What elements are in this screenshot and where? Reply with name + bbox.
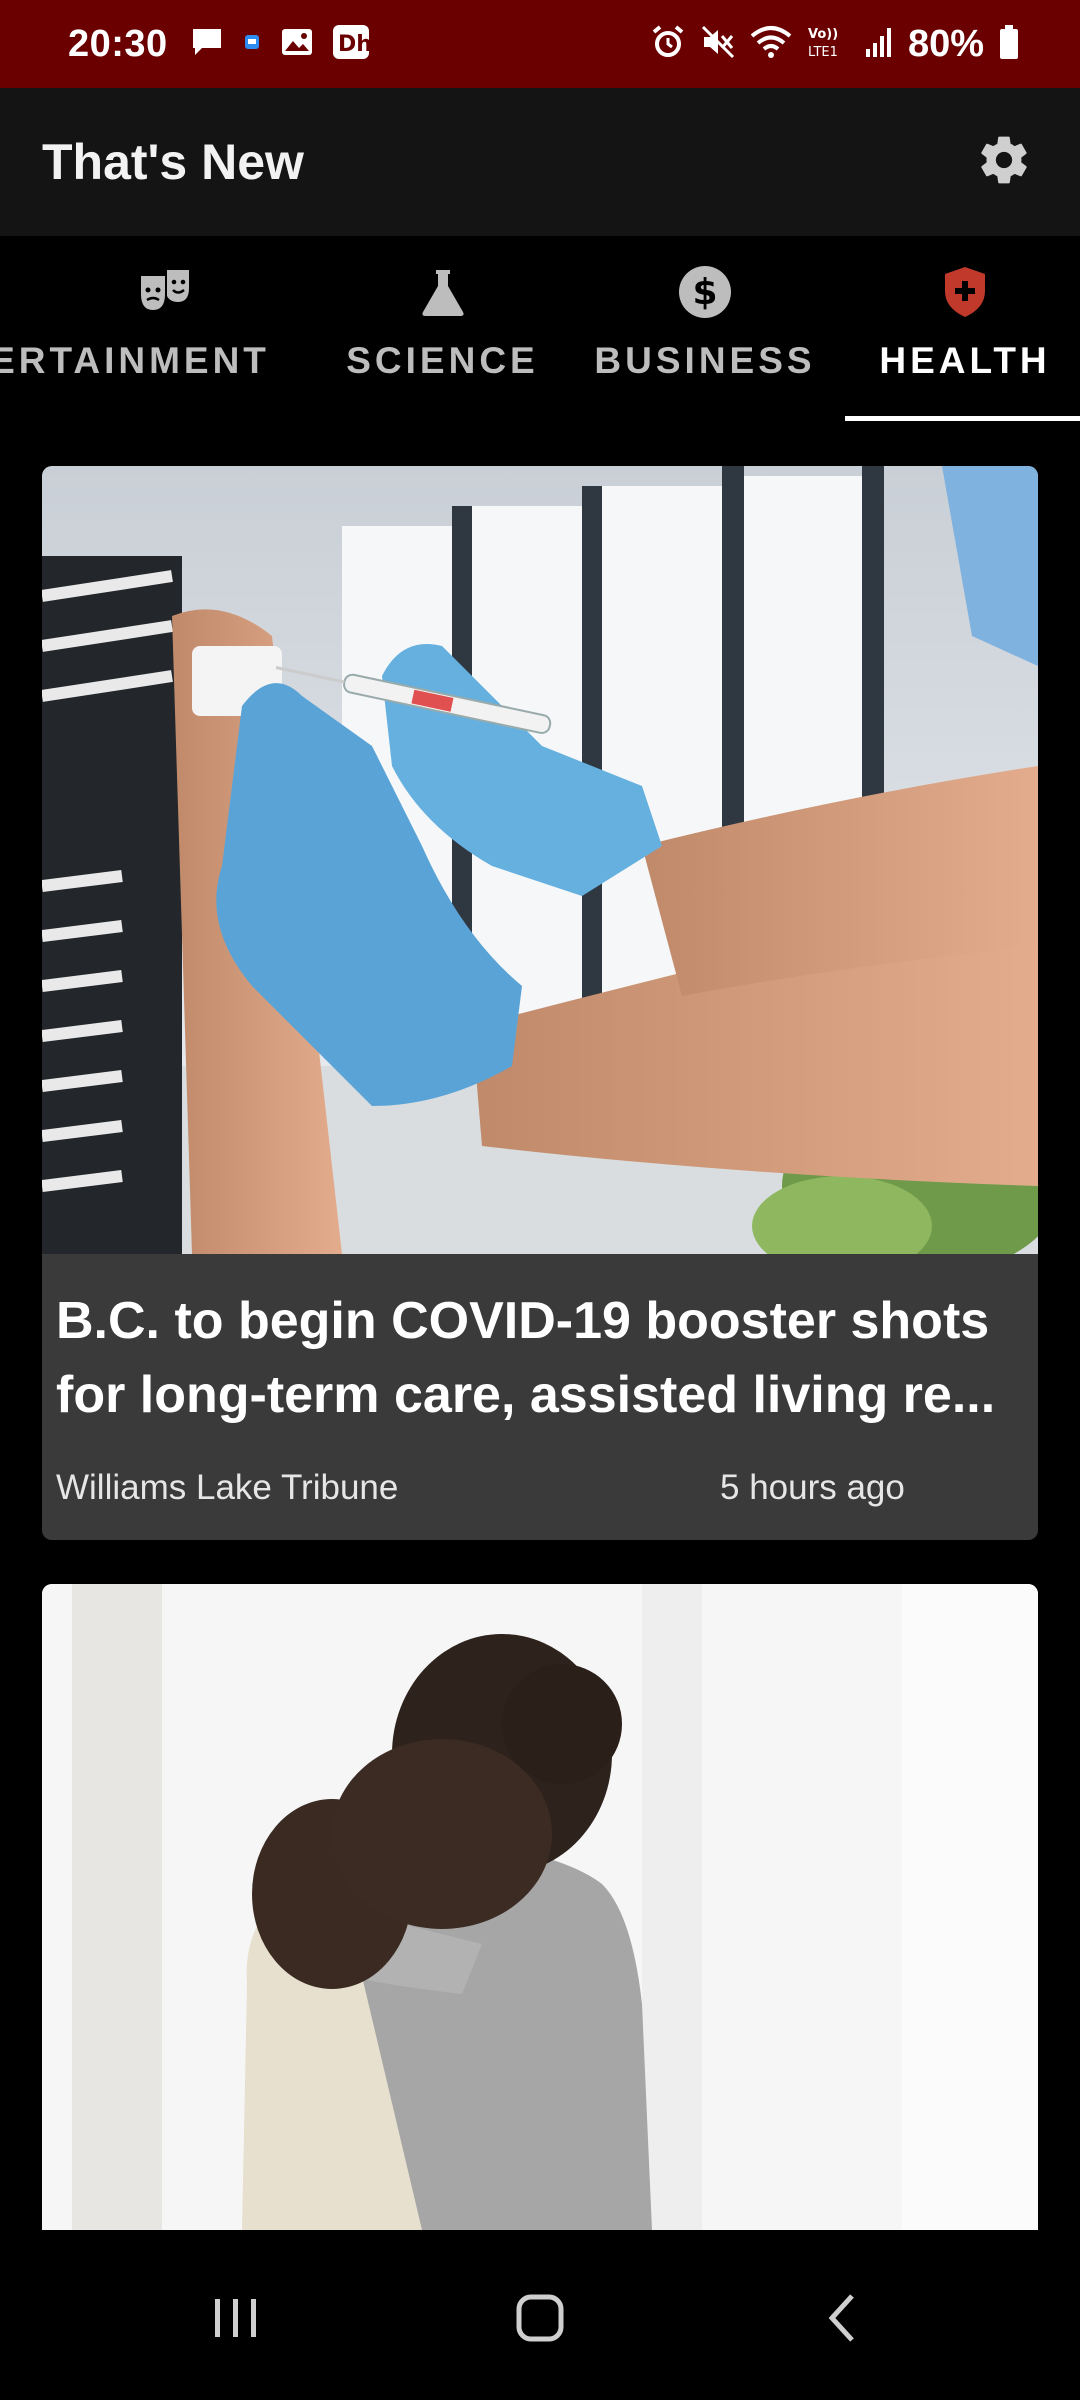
status-bar: 20:30 Dh Vo)) LTE1 80% (0, 0, 1080, 88)
article-card[interactable]: B.C. to begin COVID-19 booster shots for… (42, 466, 1038, 1540)
dh-app-icon: Dh (332, 24, 372, 65)
svg-text:$: $ (692, 272, 717, 313)
app-bar: That's New (0, 88, 1080, 236)
article-time: 5 hours ago (720, 1468, 905, 1507)
tab-health[interactable]: HEALTH (850, 236, 1080, 424)
shield-plus-icon (941, 264, 989, 320)
alarm-icon (650, 24, 686, 65)
tab-label: BUSINESS (594, 340, 816, 381)
svg-text:Vo)): Vo)) (808, 27, 838, 42)
app-title: That's New (42, 134, 304, 190)
tab-label: HEALTH (879, 340, 1051, 381)
tab-science[interactable]: SCIENCE (335, 236, 550, 424)
tab-label: SCIENCE (346, 340, 539, 381)
home-icon (514, 2292, 566, 2349)
wifi-icon (750, 24, 792, 65)
signal-icon (864, 25, 894, 64)
navigation-bar (0, 2230, 1080, 2400)
status-right-icons: Vo)) LTE1 80% (650, 23, 1020, 66)
back-icon (822, 2292, 862, 2349)
theater-masks-icon (137, 264, 193, 320)
svg-text:LTE1: LTE1 (808, 45, 838, 60)
tab-entertainment[interactable]: ERTAINMENT (0, 236, 295, 424)
article-card[interactable] (42, 1584, 1038, 2230)
status-time: 20:30 (68, 22, 168, 65)
tab-business[interactable]: $ BUSINESS (590, 236, 820, 424)
category-tabs: ERTAINMENT SCIENCE $ BUSINESS HEALTH (0, 236, 1080, 424)
article-headline: B.C. to begin COVID-19 booster shots for… (56, 1292, 996, 1424)
article-source: Williams Lake Tribune (56, 1468, 399, 1507)
article-image (42, 1584, 1038, 2230)
settings-button[interactable] (968, 126, 1040, 198)
active-tab-indicator (845, 416, 1080, 421)
chat-icon (190, 26, 224, 63)
tab-label: ERTAINMENT (0, 340, 270, 381)
battery-icon (998, 24, 1020, 65)
dollar-icon: $ (677, 264, 733, 320)
recents-icon (211, 2295, 261, 2346)
gallery-icon (280, 26, 314, 63)
svg-text:Dh: Dh (338, 32, 370, 57)
article-image (42, 466, 1038, 1276)
back-button[interactable] (782, 2270, 902, 2370)
app-notification-icon (242, 32, 262, 57)
volte-icon: Vo)) LTE1 (806, 24, 850, 65)
status-left-icons: Dh (190, 24, 372, 65)
recents-button[interactable] (176, 2270, 296, 2370)
flask-icon (419, 264, 467, 320)
battery-percent: 80% (907, 22, 984, 65)
article-body: B.C. to begin COVID-19 booster shots for… (42, 1254, 1038, 1540)
mute-icon (700, 24, 736, 65)
home-button[interactable] (480, 2270, 600, 2370)
gear-icon (976, 132, 1032, 193)
